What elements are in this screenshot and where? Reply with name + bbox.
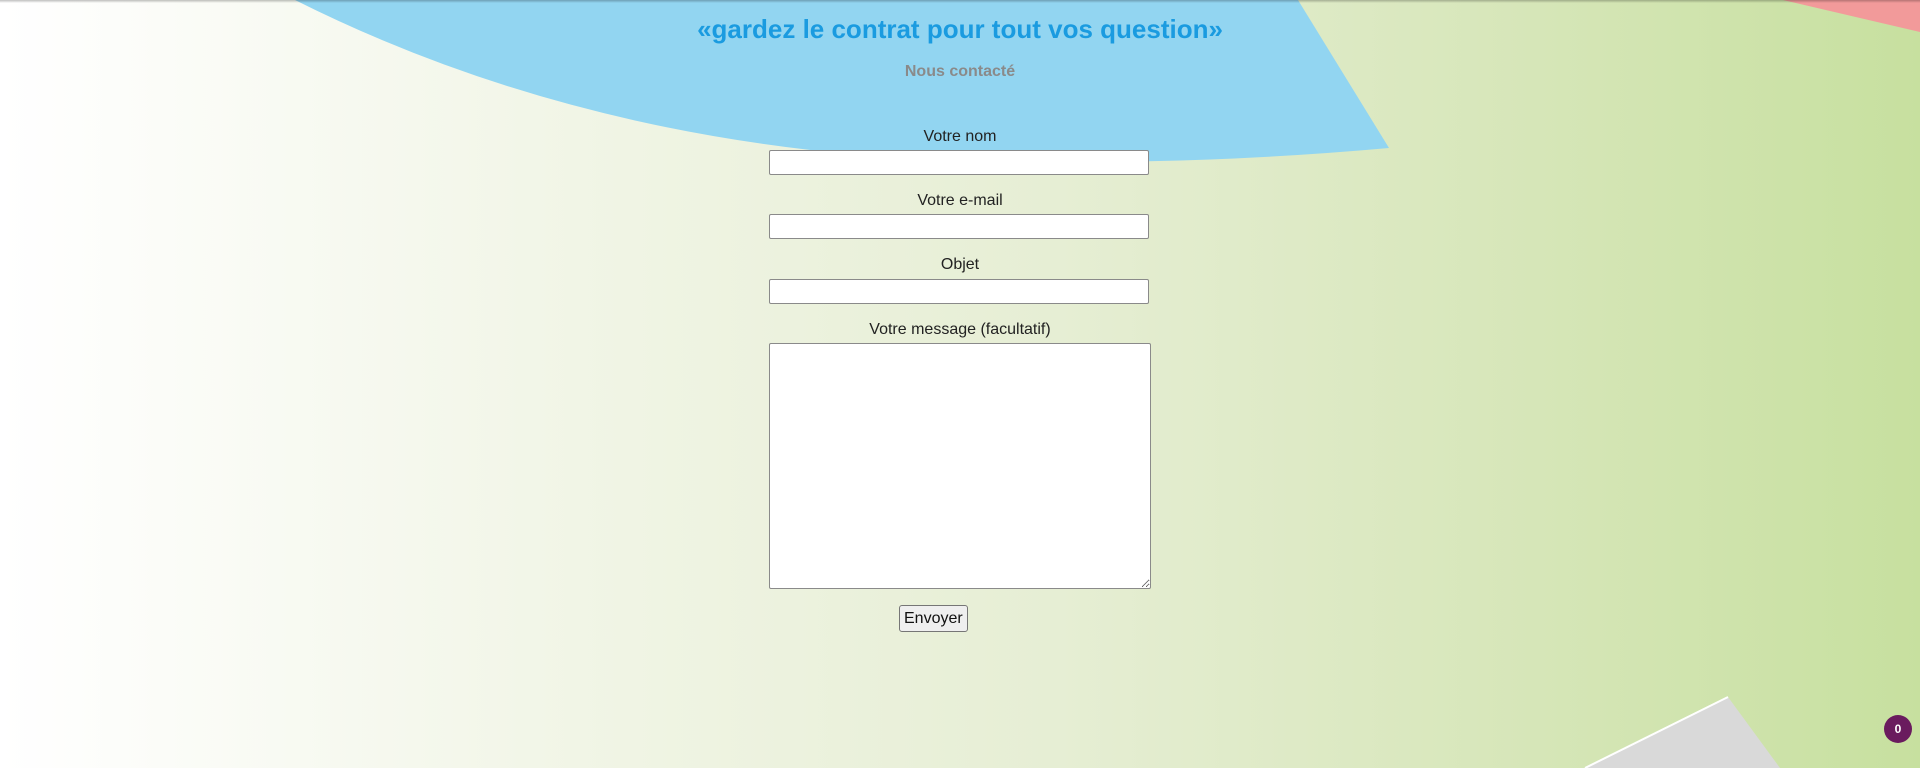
name-input[interactable]	[769, 150, 1149, 175]
page-title: «gardez le contrat pour tout vos questio…	[697, 14, 1223, 44]
subject-label: Objet	[940, 256, 980, 273]
name-label: Votre nom	[923, 128, 997, 145]
subject-input[interactable]	[769, 279, 1149, 304]
submit-button[interactable]: Envoyer	[899, 605, 968, 632]
notification-badge[interactable]: 0	[1884, 715, 1912, 743]
email-label: Votre e-mail	[917, 192, 1003, 209]
message-label: Votre message (facultatif)	[869, 321, 1051, 338]
message-textarea[interactable]	[769, 343, 1151, 589]
contact-page: «gardez le contrat pour tout vos questio…	[0, 0, 1920, 768]
page-subtitle: Nous contacté	[904, 63, 1016, 80]
email-input[interactable]	[769, 214, 1149, 239]
